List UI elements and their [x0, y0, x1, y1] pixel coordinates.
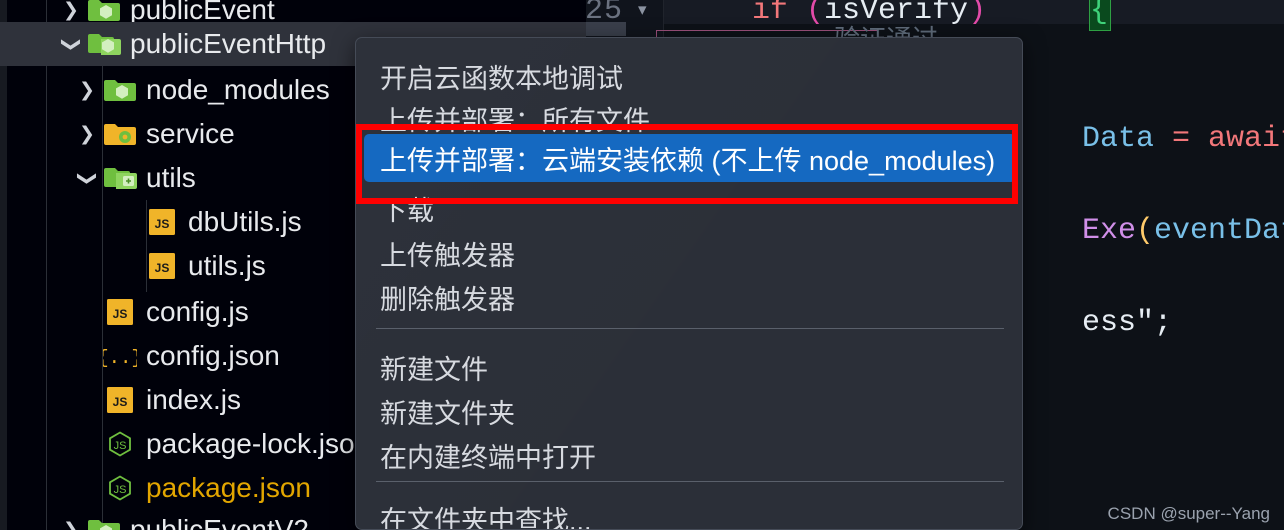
code-line-exe: Exe(eventData)	[1082, 216, 1284, 246]
svg-text:JS: JS	[113, 307, 128, 321]
json-file-icon: {..}	[100, 342, 140, 370]
tree-item-label: utils.js	[188, 250, 266, 281]
line-number-label: 25	[584, 0, 623, 28]
folder-node-icon	[100, 76, 140, 104]
code-arg-eventdata: eventData	[1154, 214, 1284, 248]
menu-item-new-folder[interactable]: 新建文件夹	[356, 389, 1022, 433]
tree-item-label: service	[146, 118, 235, 149]
nodejs-file-icon: JS	[100, 473, 140, 503]
tree-item-label: index.js	[146, 384, 241, 415]
chevron-down-icon[interactable]: ❯	[60, 31, 83, 57]
code-keyword-if: if	[752, 0, 789, 28]
menu-separator-1	[376, 328, 1004, 329]
code-line-string: ess";	[1082, 306, 1173, 340]
code-operator-assign: = await	[1154, 122, 1284, 156]
code-line-eventdata: Data = await g	[1082, 124, 1284, 154]
menu-item-new-file[interactable]: 新建文件	[356, 345, 1022, 389]
nodejs-file-icon: JS	[100, 429, 140, 459]
code-var-isverify: isVerify	[824, 0, 969, 28]
tree-item-label: utils	[146, 162, 196, 193]
folder-node-icon	[84, 516, 124, 530]
code-fn-exe: Exe	[1082, 214, 1137, 248]
tree-item-label: config.js	[146, 296, 249, 327]
tree-item-label: package-lock.json	[146, 428, 371, 459]
menu-item-upload-deploy-cloud-install[interactable]: 上传并部署：云端安装依赖 (不上传 node_modules)	[364, 134, 1016, 182]
tree-item-label: config.json	[146, 340, 280, 371]
tree-item-label: publicEventHttp	[130, 28, 327, 59]
tree-item-label: package.json	[146, 472, 312, 503]
svg-text:JS: JS	[155, 261, 170, 275]
svg-text:{..}: {..}	[103, 347, 137, 369]
chevron-right-icon[interactable]: ❯	[58, 519, 84, 530]
context-menu[interactable]: 开启云函数本地调试 上传并部署：所有文件 上传并部署：云端安装依赖 (不上传 n…	[355, 37, 1023, 530]
code-line-25: if (isVerify)	[752, 0, 986, 26]
chevron-right-icon[interactable]: ❯	[74, 79, 100, 102]
screenshot-root: 25 ▾ if (isVerify) { 验证通过 Data = await g…	[0, 0, 1284, 530]
menu-item-upload-trigger[interactable]: 上传触发器	[356, 231, 1022, 275]
chevron-down-icon[interactable]: ❯	[76, 165, 99, 191]
code-bracket-highlight: {	[1089, 0, 1111, 31]
svg-text:JS: JS	[155, 217, 170, 231]
tree-item-label: publicEventV2	[130, 514, 310, 530]
chevron-right-icon[interactable]: ❯	[74, 123, 100, 146]
code-paren-close: )	[968, 0, 987, 28]
fold-chevron-icon[interactable]: ▾	[638, 0, 647, 20]
svg-text:JS: JS	[113, 395, 128, 409]
menu-item-delete-trigger[interactable]: 删除触发器	[356, 275, 1022, 319]
folder-open-node-icon	[84, 30, 124, 58]
code-paren-open: (	[788, 0, 825, 28]
svg-text:JS: JS	[114, 484, 127, 496]
menu-item-open-in-terminal[interactable]: 在内建终端中打开	[356, 433, 1022, 477]
menu-separator-2	[376, 481, 1004, 482]
js-file-icon: JS	[142, 209, 182, 235]
tree-item-label: dbUtils.js	[188, 206, 302, 237]
code-var-eventdata: Data	[1082, 122, 1155, 156]
folder-service-icon	[100, 120, 140, 148]
menu-item-start-local-debug[interactable]: 开启云函数本地调试	[356, 54, 1022, 98]
js-file-icon: JS	[142, 253, 182, 279]
js-file-icon: JS	[100, 387, 140, 413]
menu-item-download[interactable]: 下载	[356, 186, 1022, 230]
tree-item-label: node_modules	[146, 74, 330, 105]
js-file-icon: JS	[100, 299, 140, 325]
code-paren-fn-open: (	[1136, 214, 1155, 248]
menu-item-find-in-folder[interactable]: 在文件夹中查找...	[356, 496, 1022, 530]
folder-open-utils-icon	[100, 164, 140, 192]
chevron-right-icon[interactable]: ❯	[58, 0, 84, 22]
watermark-label: CSDN @super--Yang	[1107, 504, 1270, 523]
svg-text:JS: JS	[114, 440, 127, 452]
folder-node-icon	[84, 0, 124, 24]
